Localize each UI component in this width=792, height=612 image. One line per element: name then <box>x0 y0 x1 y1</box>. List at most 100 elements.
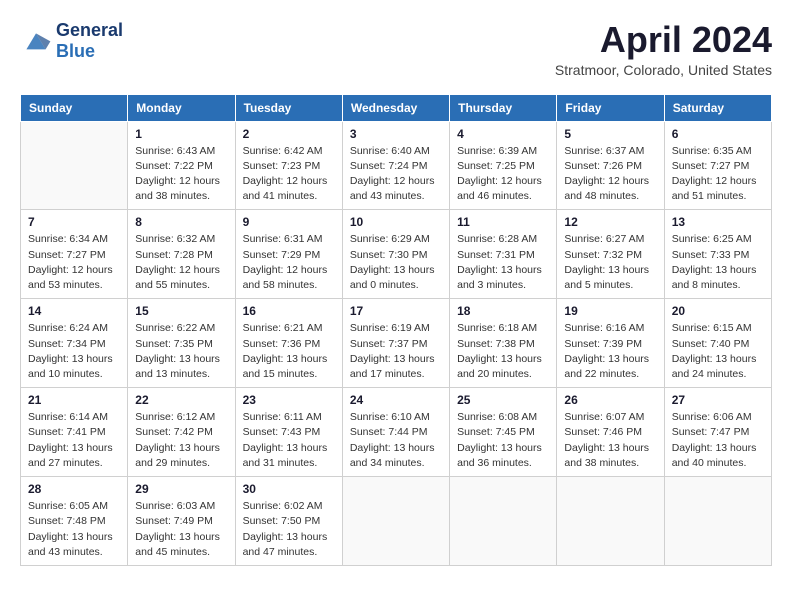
calendar-cell: 27 Sunrise: 6:06 AMSunset: 7:47 PMDayligh… <box>664 388 771 477</box>
day-number: 23 <box>243 393 335 407</box>
day-number: 13 <box>672 215 764 229</box>
calendar-week-row: 1Sunrise: 6:43 AMSunset: 7:22 PMDaylight… <box>21 121 772 210</box>
sun-info: Sunrise: 6:22 AMSunset: 7:35 PMDaylight:… <box>135 321 227 382</box>
calendar-cell: 8 Sunrise: 6:32 AMSunset: 7:28 PMDaylight… <box>128 210 235 299</box>
day-number: 2 <box>243 127 335 141</box>
sun-info: Sunrise: 6:29 AMSunset: 7:30 PMDaylight:… <box>350 232 442 293</box>
sun-info: Sunrise: 6:34 AMSunset: 7:27 PMDaylight:… <box>28 232 120 293</box>
day-number: 17 <box>350 304 442 318</box>
day-number: 22 <box>135 393 227 407</box>
calendar-cell: 14Sunrise: 6:24 AMSunset: 7:34 PMDayligh… <box>21 299 128 388</box>
sun-info: Sunrise: 6:21 AMSunset: 7:36 PMDaylight:… <box>243 321 335 382</box>
day-number: 25 <box>457 393 549 407</box>
sun-info: Sunrise: 6:39 AMSunset: 7:25 PMDaylight:… <box>457 144 549 205</box>
sun-info: Sunrise: 6:10 AMSunset: 7:44 PMDaylight:… <box>350 410 442 471</box>
day-number: 8 <box>135 215 227 229</box>
calendar-cell: 7 Sunrise: 6:34 AMSunset: 7:27 PMDaylight… <box>21 210 128 299</box>
calendar-week-row: 28 Sunrise: 6:05 AMSunset: 7:48 PMDayligh… <box>21 477 772 566</box>
sun-info: Sunrise: 6:15 AMSunset: 7:40 PMDaylight:… <box>672 321 764 382</box>
calendar-week-row: 21Sunrise: 6:14 AMSunset: 7:41 PMDayligh… <box>21 388 772 477</box>
calendar-cell: 13 Sunrise: 6:25 AMSunset: 7:33 PMDayligh… <box>664 210 771 299</box>
calendar-cell: 28 Sunrise: 6:05 AMSunset: 7:48 PMDayligh… <box>21 477 128 566</box>
weekday-header: Friday <box>557 94 664 121</box>
day-number: 26 <box>564 393 656 407</box>
sun-info: Sunrise: 6:03 AMSunset: 7:49 PMDaylight:… <box>135 499 227 560</box>
location-label: Stratmoor, Colorado, United States <box>555 62 772 78</box>
calendar-cell <box>450 477 557 566</box>
calendar-cell: 1Sunrise: 6:43 AMSunset: 7:22 PMDaylight… <box>128 121 235 210</box>
calendar-cell: 22Sunrise: 6:12 AMSunset: 7:42 PMDayligh… <box>128 388 235 477</box>
weekday-header: Sunday <box>21 94 128 121</box>
calendar-week-row: 7 Sunrise: 6:34 AMSunset: 7:27 PMDaylight… <box>21 210 772 299</box>
calendar-cell: 3 Sunrise: 6:40 AMSunset: 7:24 PMDaylight… <box>342 121 449 210</box>
sun-info: Sunrise: 6:31 AMSunset: 7:29 PMDaylight:… <box>243 232 335 293</box>
day-number: 27 <box>672 393 764 407</box>
calendar-cell: 29 Sunrise: 6:03 AMSunset: 7:49 PMDayligh… <box>128 477 235 566</box>
day-number: 11 <box>457 215 549 229</box>
day-number: 30 <box>243 482 335 496</box>
sun-info: Sunrise: 6:42 AMSunset: 7:23 PMDaylight:… <box>243 144 335 205</box>
calendar-cell: 16 Sunrise: 6:21 AMSunset: 7:36 PMDayligh… <box>235 299 342 388</box>
title-area: April 2024 Stratmoor, Colorado, United S… <box>555 20 772 78</box>
calendar-cell: 25 Sunrise: 6:08 AMSunset: 7:45 PMDayligh… <box>450 388 557 477</box>
calendar-cell: 9 Sunrise: 6:31 AMSunset: 7:29 PMDaylight… <box>235 210 342 299</box>
weekday-header: Wednesday <box>342 94 449 121</box>
sun-info: Sunrise: 6:27 AMSunset: 7:32 PMDaylight:… <box>564 232 656 293</box>
logo-icon <box>20 27 52 55</box>
calendar-cell: 30 Sunrise: 6:02 AMSunset: 7:50 PMDayligh… <box>235 477 342 566</box>
day-number: 10 <box>350 215 442 229</box>
day-number: 3 <box>350 127 442 141</box>
sun-info: Sunrise: 6:16 AMSunset: 7:39 PMDaylight:… <box>564 321 656 382</box>
day-number: 18 <box>457 304 549 318</box>
calendar-week-row: 14Sunrise: 6:24 AMSunset: 7:34 PMDayligh… <box>21 299 772 388</box>
sun-info: Sunrise: 6:02 AMSunset: 7:50 PMDaylight:… <box>243 499 335 560</box>
sun-info: Sunrise: 6:24 AMSunset: 7:34 PMDaylight:… <box>28 321 120 382</box>
calendar-cell: 18 Sunrise: 6:18 AMSunset: 7:38 PMDayligh… <box>450 299 557 388</box>
calendar-cell: 4 Sunrise: 6:39 AMSunset: 7:25 PMDaylight… <box>450 121 557 210</box>
sun-info: Sunrise: 6:35 AMSunset: 7:27 PMDaylight:… <box>672 144 764 205</box>
day-number: 6 <box>672 127 764 141</box>
sun-info: Sunrise: 6:06 AMSunset: 7:47 PMDaylight:… <box>672 410 764 471</box>
calendar-cell: 24Sunrise: 6:10 AMSunset: 7:44 PMDayligh… <box>342 388 449 477</box>
day-number: 7 <box>28 215 120 229</box>
month-title: April 2024 <box>555 20 772 60</box>
sun-info: Sunrise: 6:18 AMSunset: 7:38 PMDaylight:… <box>457 321 549 382</box>
sun-info: Sunrise: 6:05 AMSunset: 7:48 PMDaylight:… <box>28 499 120 560</box>
calendar-table: SundayMondayTuesdayWednesdayThursdayFrid… <box>20 94 772 566</box>
sun-info: Sunrise: 6:37 AMSunset: 7:26 PMDaylight:… <box>564 144 656 205</box>
day-number: 20 <box>672 304 764 318</box>
day-number: 12 <box>564 215 656 229</box>
calendar-cell: 2 Sunrise: 6:42 AMSunset: 7:23 PMDaylight… <box>235 121 342 210</box>
day-number: 5 <box>564 127 656 141</box>
calendar-cell: 12 Sunrise: 6:27 AMSunset: 7:32 PMDayligh… <box>557 210 664 299</box>
sun-info: Sunrise: 6:08 AMSunset: 7:45 PMDaylight:… <box>457 410 549 471</box>
logo-text: General Blue <box>56 20 123 62</box>
weekday-header: Thursday <box>450 94 557 121</box>
calendar-cell: 23Sunrise: 6:11 AMSunset: 7:43 PMDayligh… <box>235 388 342 477</box>
day-number: 15 <box>135 304 227 318</box>
calendar-cell: 15 Sunrise: 6:22 AMSunset: 7:35 PMDayligh… <box>128 299 235 388</box>
sun-info: Sunrise: 6:28 AMSunset: 7:31 PMDaylight:… <box>457 232 549 293</box>
sun-info: Sunrise: 6:19 AMSunset: 7:37 PMDaylight:… <box>350 321 442 382</box>
day-number: 16 <box>243 304 335 318</box>
day-number: 9 <box>243 215 335 229</box>
day-number: 29 <box>135 482 227 496</box>
calendar-cell: 10 Sunrise: 6:29 AMSunset: 7:30 PMDayligh… <box>342 210 449 299</box>
calendar-cell: 17 Sunrise: 6:19 AMSunset: 7:37 PMDayligh… <box>342 299 449 388</box>
weekday-header: Tuesday <box>235 94 342 121</box>
sun-info: Sunrise: 6:25 AMSunset: 7:33 PMDaylight:… <box>672 232 764 293</box>
calendar-cell: 20 Sunrise: 6:15 AMSunset: 7:40 PMDayligh… <box>664 299 771 388</box>
day-number: 28 <box>28 482 120 496</box>
calendar-cell: 11 Sunrise: 6:28 AMSunset: 7:31 PMDayligh… <box>450 210 557 299</box>
calendar-cell <box>21 121 128 210</box>
calendar-cell: 19 Sunrise: 6:16 AMSunset: 7:39 PMDayligh… <box>557 299 664 388</box>
day-number: 4 <box>457 127 549 141</box>
sun-info: Sunrise: 6:32 AMSunset: 7:28 PMDaylight:… <box>135 232 227 293</box>
calendar-cell: 5 Sunrise: 6:37 AMSunset: 7:26 PMDaylight… <box>557 121 664 210</box>
day-number: 21 <box>28 393 120 407</box>
calendar-header-row: SundayMondayTuesdayWednesdayThursdayFrid… <box>21 94 772 121</box>
day-number: 19 <box>564 304 656 318</box>
calendar-cell <box>557 477 664 566</box>
sun-info: Sunrise: 6:40 AMSunset: 7:24 PMDaylight:… <box>350 144 442 205</box>
calendar-cell: 26Sunrise: 6:07 AMSunset: 7:46 PMDayligh… <box>557 388 664 477</box>
